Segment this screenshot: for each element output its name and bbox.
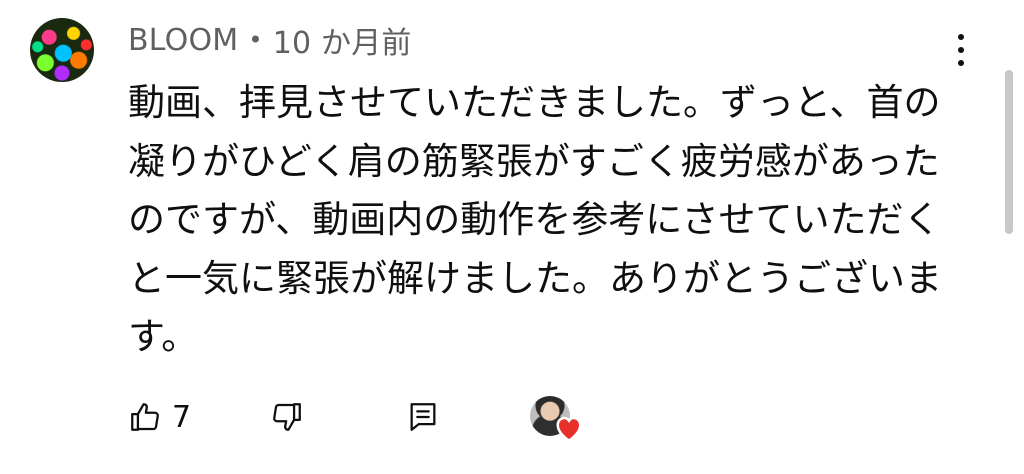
comment-header: BLOOM • 10 か月前 bbox=[128, 18, 412, 62]
like-button[interactable]: 7 bbox=[128, 392, 191, 442]
comment-line: 動画、拝見させていただきました。ずっと、首の bbox=[128, 81, 941, 124]
separator-dot: • bbox=[248, 26, 263, 54]
author-name[interactable]: BLOOM bbox=[128, 23, 238, 58]
comment-line: と一気に緊張が解けました。ありがとうございま bbox=[128, 256, 942, 300]
comment-text: 動画、拝見させていただきました。ずっと、首の 凝りがひどく肩の筋緊張がすごく疲労… bbox=[128, 74, 948, 367]
thumbs-up-icon bbox=[131, 403, 159, 431]
author-avatar[interactable] bbox=[30, 18, 94, 82]
scrollbar[interactable] bbox=[1005, 70, 1013, 234]
creator-heart-icon bbox=[556, 416, 582, 442]
comment-line: のですが、動画内の動作を参考にさせていただく bbox=[128, 198, 941, 241]
reply-button[interactable] bbox=[406, 392, 440, 442]
more-vert-icon[interactable] bbox=[946, 30, 976, 70]
comment-line: 凝りがひどく肩の筋緊張がすごく疲労感があった bbox=[128, 139, 940, 183]
more-dot bbox=[958, 34, 964, 40]
more-dot bbox=[958, 60, 964, 66]
comment-line: す。 bbox=[128, 315, 199, 358]
like-count: 7 bbox=[172, 399, 192, 435]
creator-heart-badge bbox=[530, 392, 586, 442]
comment-timestamp[interactable]: 10 か月前 bbox=[273, 18, 412, 62]
comment-actions: 7 bbox=[128, 392, 628, 442]
reply-comment-icon bbox=[410, 403, 436, 431]
more-dot bbox=[958, 47, 964, 53]
thumbs-down-icon bbox=[273, 403, 301, 431]
dislike-button[interactable] bbox=[270, 392, 304, 442]
